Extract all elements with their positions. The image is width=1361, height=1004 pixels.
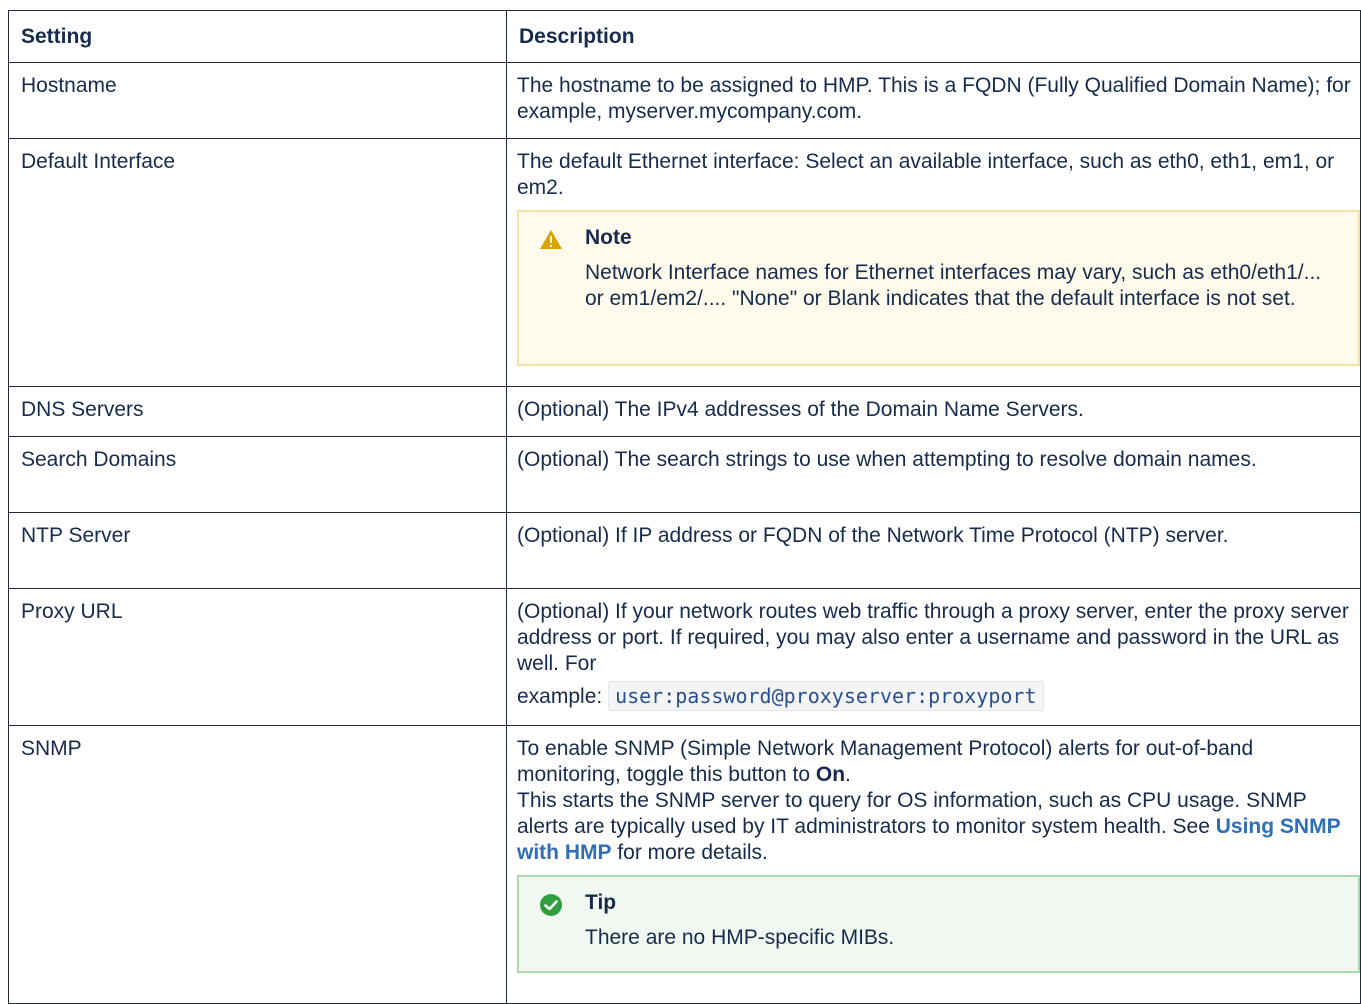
setting-description: (Optional) If IP address or FQDN of the … [506, 512, 1361, 589]
setting-name: SNMP [8, 725, 507, 1004]
header-description: Description [506, 10, 1361, 63]
setting-name: Hostname [8, 62, 507, 139]
setting-name: NTP Server [8, 512, 507, 589]
settings-table: Setting Description Hostname The hostnam… [8, 10, 1361, 1004]
tip-callout: Tip There are no HMP-specific MIBs. [517, 875, 1360, 973]
table-row: Hostname The hostname to be assigned to … [8, 62, 1361, 139]
example-label: example: [517, 685, 603, 708]
snmp-desc-pre: To enable SNMP (Simple Network Managemen… [517, 737, 1254, 786]
snmp-desc2-post: for more details. [611, 841, 768, 864]
table-row: DNS Servers (Optional) The IPv4 addresse… [8, 386, 1361, 437]
proxy-example-line: example: user:password@proxyserver:proxy… [517, 681, 1360, 711]
note-callout: Note Network Interface names for Etherne… [517, 210, 1360, 366]
header-setting: Setting [8, 10, 507, 63]
setting-name: DNS Servers [8, 386, 507, 437]
table-row: SNMP To enable SNMP (Simple Network Mana… [8, 725, 1361, 1004]
setting-name: Search Domains [8, 436, 507, 513]
example-code: user:password@proxyserver:proxyport [608, 681, 1044, 711]
table-row: Search Domains (Optional) The search str… [8, 436, 1361, 513]
tip-title: Tip [585, 891, 617, 914]
note-title: Note [585, 226, 632, 249]
setting-name: Proxy URL [8, 588, 507, 726]
setting-description-cell: (Optional) If your network routes web tr… [506, 588, 1361, 726]
table-row: Proxy URL (Optional) If your network rou… [8, 588, 1361, 726]
table-row: Default Interface The default Ethernet i… [8, 138, 1361, 387]
setting-description: To enable SNMP (Simple Network Managemen… [517, 736, 1360, 788]
setting-description-cell: The default Ethernet interface: Select a… [506, 138, 1361, 387]
snmp-desc2-pre: This starts the SNMP server to query for… [517, 789, 1307, 838]
setting-description-cell: To enable SNMP (Simple Network Managemen… [506, 725, 1361, 1004]
setting-description: The default Ethernet interface: Select a… [517, 150, 1335, 199]
table-row: NTP Server (Optional) If IP address or F… [8, 512, 1361, 589]
snmp-desc-post: . [845, 763, 851, 786]
snmp-desc-on: On [815, 763, 846, 786]
table-header-row: Setting Description [8, 10, 1361, 63]
check-circle-icon [540, 894, 562, 916]
setting-description: The hostname to be assigned to HMP. This… [506, 62, 1361, 139]
setting-description: (Optional) If your network routes web tr… [517, 600, 1349, 675]
note-body: Network Interface names for Ethernet int… [585, 261, 1322, 310]
setting-description: (Optional) The IPv4 addresses of the Dom… [506, 386, 1361, 437]
warning-triangle-icon [540, 230, 562, 249]
setting-description: (Optional) The search strings to use whe… [506, 436, 1361, 513]
tip-body: There are no HMP-specific MIBs. [585, 926, 895, 949]
setting-name: Default Interface [8, 138, 507, 387]
setting-description-2: This starts the SNMP server to query for… [517, 788, 1360, 866]
